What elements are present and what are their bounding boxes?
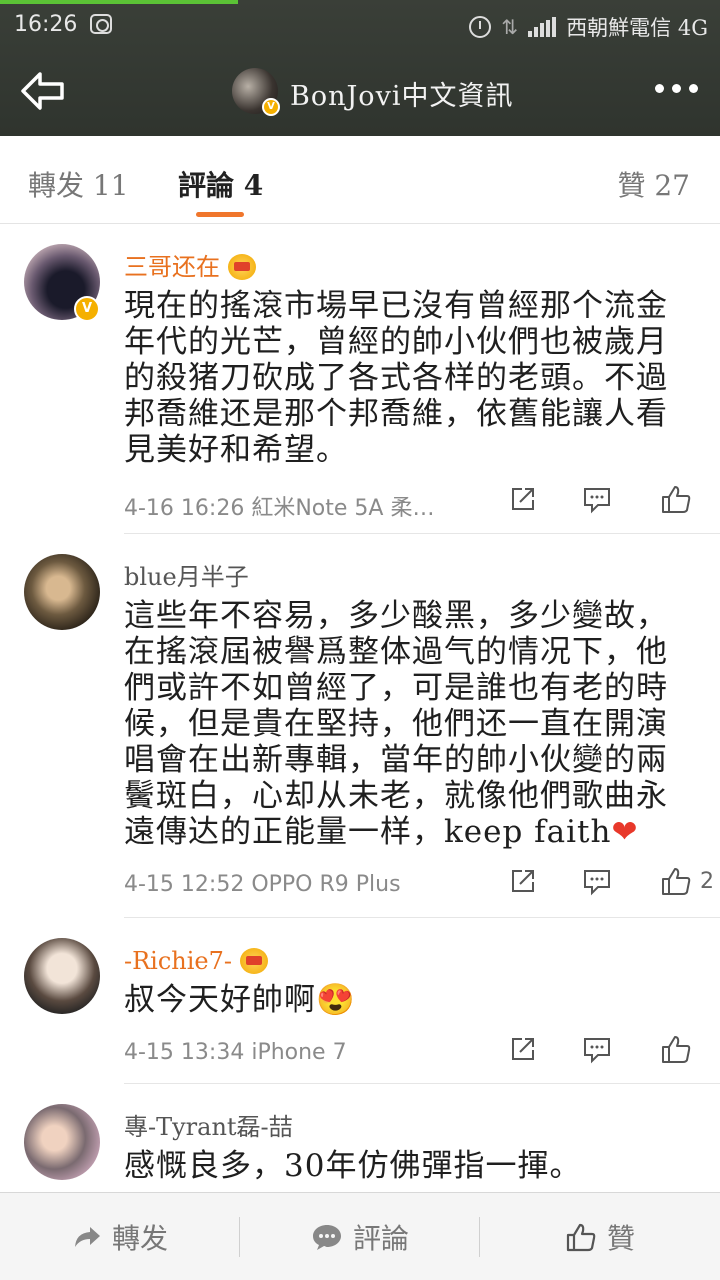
comment-device: iPhone 7 xyxy=(251,1040,347,1065)
username[interactable]: 三哥还在 xyxy=(124,252,220,282)
alarm-icon xyxy=(469,16,492,38)
bottom-like-button[interactable]: 贊 xyxy=(480,1193,720,1280)
avatar[interactable] xyxy=(24,938,100,1014)
comment-device: 紅米Note 5A 柔… xyxy=(251,496,435,521)
list-item: -Richie7- 叔今天好帥啊😍 4-15 13:34 iPhone 7 xyxy=(24,918,720,1084)
thumbs-up-icon xyxy=(566,1223,596,1252)
data-arrows-icon: ⇅ xyxy=(501,15,519,39)
vip-crown-icon xyxy=(228,254,256,280)
tab-likes[interactable]: 贊 27 xyxy=(617,164,690,204)
status-bar: 16:26 ⇅ 西朝鮮電信 4G xyxy=(0,4,720,50)
bottom-repost-label: 轉发 xyxy=(111,1222,168,1255)
reply-button[interactable] xyxy=(582,1034,612,1064)
repost-button[interactable] xyxy=(508,484,538,514)
comment-icon xyxy=(584,870,610,896)
active-tab-indicator xyxy=(196,212,244,217)
thumbs-up-icon xyxy=(662,486,691,513)
comment-text: 叔今天好帥啊 xyxy=(124,982,316,1018)
bottom-comment-button[interactable]: 評論 xyxy=(240,1193,480,1280)
top-header: 16:26 ⇅ 西朝鮮電信 4G V BonJovi中文資訊 xyxy=(0,0,720,136)
bottom-comment-label: 評論 xyxy=(352,1222,409,1255)
bottom-repost-button[interactable]: 轉发 xyxy=(0,1193,240,1280)
comment-list: V 三哥还在 現在的搖滾市場早已沒有曾經那个流金年代的光芒，曾經的帥小伙們也被歲… xyxy=(0,224,720,1214)
share-icon xyxy=(512,870,534,892)
reply-button[interactable] xyxy=(582,866,612,896)
status-time: 16:26 xyxy=(14,12,78,37)
more-icon xyxy=(655,84,664,93)
avatar[interactable] xyxy=(24,1104,100,1180)
comment-text: 現在的搖滾市場早已沒有曾經那个流金年代的光芒，曾經的帥小伙們也被歲月的殺猪刀砍成… xyxy=(124,288,668,468)
back-arrow-icon xyxy=(21,72,64,110)
like-button[interactable] xyxy=(660,484,700,514)
vip-crown-icon xyxy=(240,948,269,974)
comment-icon xyxy=(584,1038,610,1064)
comment-time: 4-15 12:52 xyxy=(124,872,245,897)
screenshot-icon xyxy=(90,14,112,34)
thumbs-up-icon xyxy=(662,868,691,895)
heart-eyes-emoji: 😍 xyxy=(316,982,356,1018)
list-item: V 三哥还在 現在的搖滾市場早已沒有曾經那个流金年代的光芒，曾經的帥小伙們也被歲… xyxy=(24,224,720,534)
bottom-like-label: 贊 xyxy=(606,1222,635,1255)
forward-arrow-icon xyxy=(74,1227,100,1247)
comment-text: 這些年不容易，多少酸黑，多少變故，在搖滾屆被譽爲整体過气的情况下，他們或許不如曾… xyxy=(124,598,668,850)
page-title[interactable]: BonJovi中文資訊 xyxy=(290,74,513,113)
tab-comments[interactable]: 評論 4 xyxy=(178,164,263,204)
carrier-label: 西朝鮮電信 4G xyxy=(566,16,708,40)
back-button[interactable] xyxy=(18,68,68,114)
like-button[interactable] xyxy=(660,1034,700,1064)
username[interactable]: -Richie7- xyxy=(124,946,232,976)
share-icon xyxy=(512,1038,534,1060)
list-item: blue月半子 這些年不容易，多少酸黑，多少變故，在搖滾屆被譽爲整体過气的情况下… xyxy=(24,534,720,918)
share-icon xyxy=(512,488,534,510)
speech-bubble-icon xyxy=(312,1225,341,1250)
bottom-action-bar: 轉发 評論 贊 xyxy=(0,1192,720,1280)
repost-button[interactable] xyxy=(508,866,538,896)
avatar[interactable] xyxy=(24,554,100,630)
repost-button[interactable] xyxy=(508,1034,538,1064)
thumbs-up-icon xyxy=(662,1036,691,1063)
comment-text: 感慨良多，30年仿佛彈指一揮。 xyxy=(124,1148,582,1184)
like-count: 2 xyxy=(700,868,714,894)
comment-time: 4-15 13:34 xyxy=(124,1040,245,1065)
heart-emoji: ❤ xyxy=(611,814,639,850)
comment-time: 4-16 16:26 xyxy=(124,496,245,521)
verified-badge: V xyxy=(74,296,100,322)
reply-button[interactable] xyxy=(582,484,612,514)
nav-bar: V BonJovi中文資訊 xyxy=(0,50,720,136)
username[interactable]: blue月半子 xyxy=(124,562,249,592)
tab-bar: 轉发 11 評論 4 贊 27 xyxy=(0,136,720,224)
more-button[interactable] xyxy=(655,84,698,93)
signal-icon xyxy=(528,17,557,37)
tab-repost[interactable]: 轉发 11 xyxy=(28,164,129,204)
username[interactable]: 專-Tyrant磊-喆 xyxy=(124,1112,293,1142)
comment-icon xyxy=(584,488,610,514)
like-button[interactable]: 2 xyxy=(660,866,714,896)
comment-device: OPPO R9 Plus xyxy=(251,872,401,897)
verified-badge: V xyxy=(262,98,280,116)
